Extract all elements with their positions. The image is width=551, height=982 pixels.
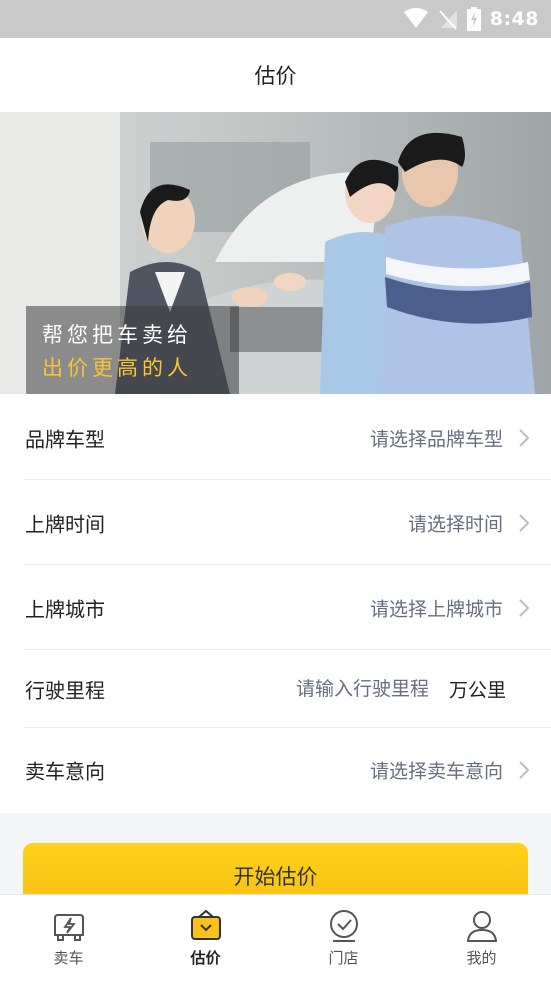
bottom-tab-bar: 卖车 估价 门店 我的 <box>0 894 551 982</box>
sell-intent-label: 卖车意向 <box>25 759 105 784</box>
tab-store-label: 门店 <box>328 949 359 967</box>
brand-model-row[interactable]: 品牌车型 请选择品牌车型 <box>0 396 551 480</box>
page-header: 估价 <box>0 38 551 112</box>
no-signal-icon <box>438 10 457 30</box>
tab-valuation[interactable]: 估价 <box>137 895 274 982</box>
chevron-right-icon <box>519 514 530 532</box>
row-divider <box>25 564 551 565</box>
profile-icon <box>466 911 497 942</box>
page-title: 估价 <box>254 64 297 88</box>
plate-date-row[interactable]: 上牌时间 请选择时间 <box>0 481 551 565</box>
banner-caption: 帮您把车卖给 出价更高的人 <box>26 306 239 394</box>
plate-city-label: 上牌城市 <box>25 597 105 622</box>
plate-city-row[interactable]: 上牌城市 请选择上牌城市 <box>0 566 551 650</box>
brand-model-label: 品牌车型 <box>25 427 105 452</box>
plate-date-label: 上牌时间 <box>25 512 105 537</box>
banner-caption-line1: 帮您把车卖给 <box>42 323 192 347</box>
chevron-right-icon <box>519 429 530 447</box>
banner-caption-line2: 出价更高的人 <box>42 356 192 380</box>
battery-charging-icon <box>466 7 481 31</box>
tab-store[interactable]: 门店 <box>275 895 412 982</box>
tab-sell-car-label: 卖车 <box>53 949 84 967</box>
chevron-right-icon <box>519 761 530 779</box>
tab-valuation-label: 估价 <box>190 949 221 967</box>
brand-model-select[interactable]: 请选择品牌车型 <box>370 425 503 452</box>
chevron-right-icon <box>519 599 530 617</box>
row-divider <box>25 479 551 480</box>
wifi-icon <box>403 8 428 28</box>
sell-intent-select[interactable]: 请选择卖车意向 <box>370 757 503 784</box>
mileage-unit: 万公里 <box>448 679 506 702</box>
status-time: 8:48 <box>489 8 539 30</box>
tab-profile-label: 我的 <box>466 949 497 967</box>
plate-city-select[interactable]: 请选择上牌城市 <box>370 595 503 622</box>
status-bar: 8:48 <box>0 0 551 38</box>
mileage-input[interactable] <box>237 677 431 701</box>
valuation-form: 品牌车型 请选择品牌车型 上牌时间 请选择时间 上牌城市 请选择上牌城市 行驶里… <box>0 394 551 813</box>
store-location-icon <box>329 910 358 942</box>
tab-profile[interactable]: 我的 <box>413 895 550 982</box>
status-icons: 8:48 <box>403 7 539 31</box>
promo-banner[interactable]: 帮您把车卖给 出价更高的人 <box>0 112 551 394</box>
sell-intent-row[interactable]: 卖车意向 请选择卖车意向 <box>0 728 551 812</box>
mileage-label: 行驶里程 <box>25 678 105 703</box>
mileage-row: 行驶里程 万公里 <box>0 650 551 728</box>
valuation-icon <box>190 909 221 940</box>
plate-date-select[interactable]: 请选择时间 <box>408 510 503 537</box>
sell-car-icon <box>53 914 84 941</box>
tab-sell-car[interactable]: 卖车 <box>0 895 137 982</box>
